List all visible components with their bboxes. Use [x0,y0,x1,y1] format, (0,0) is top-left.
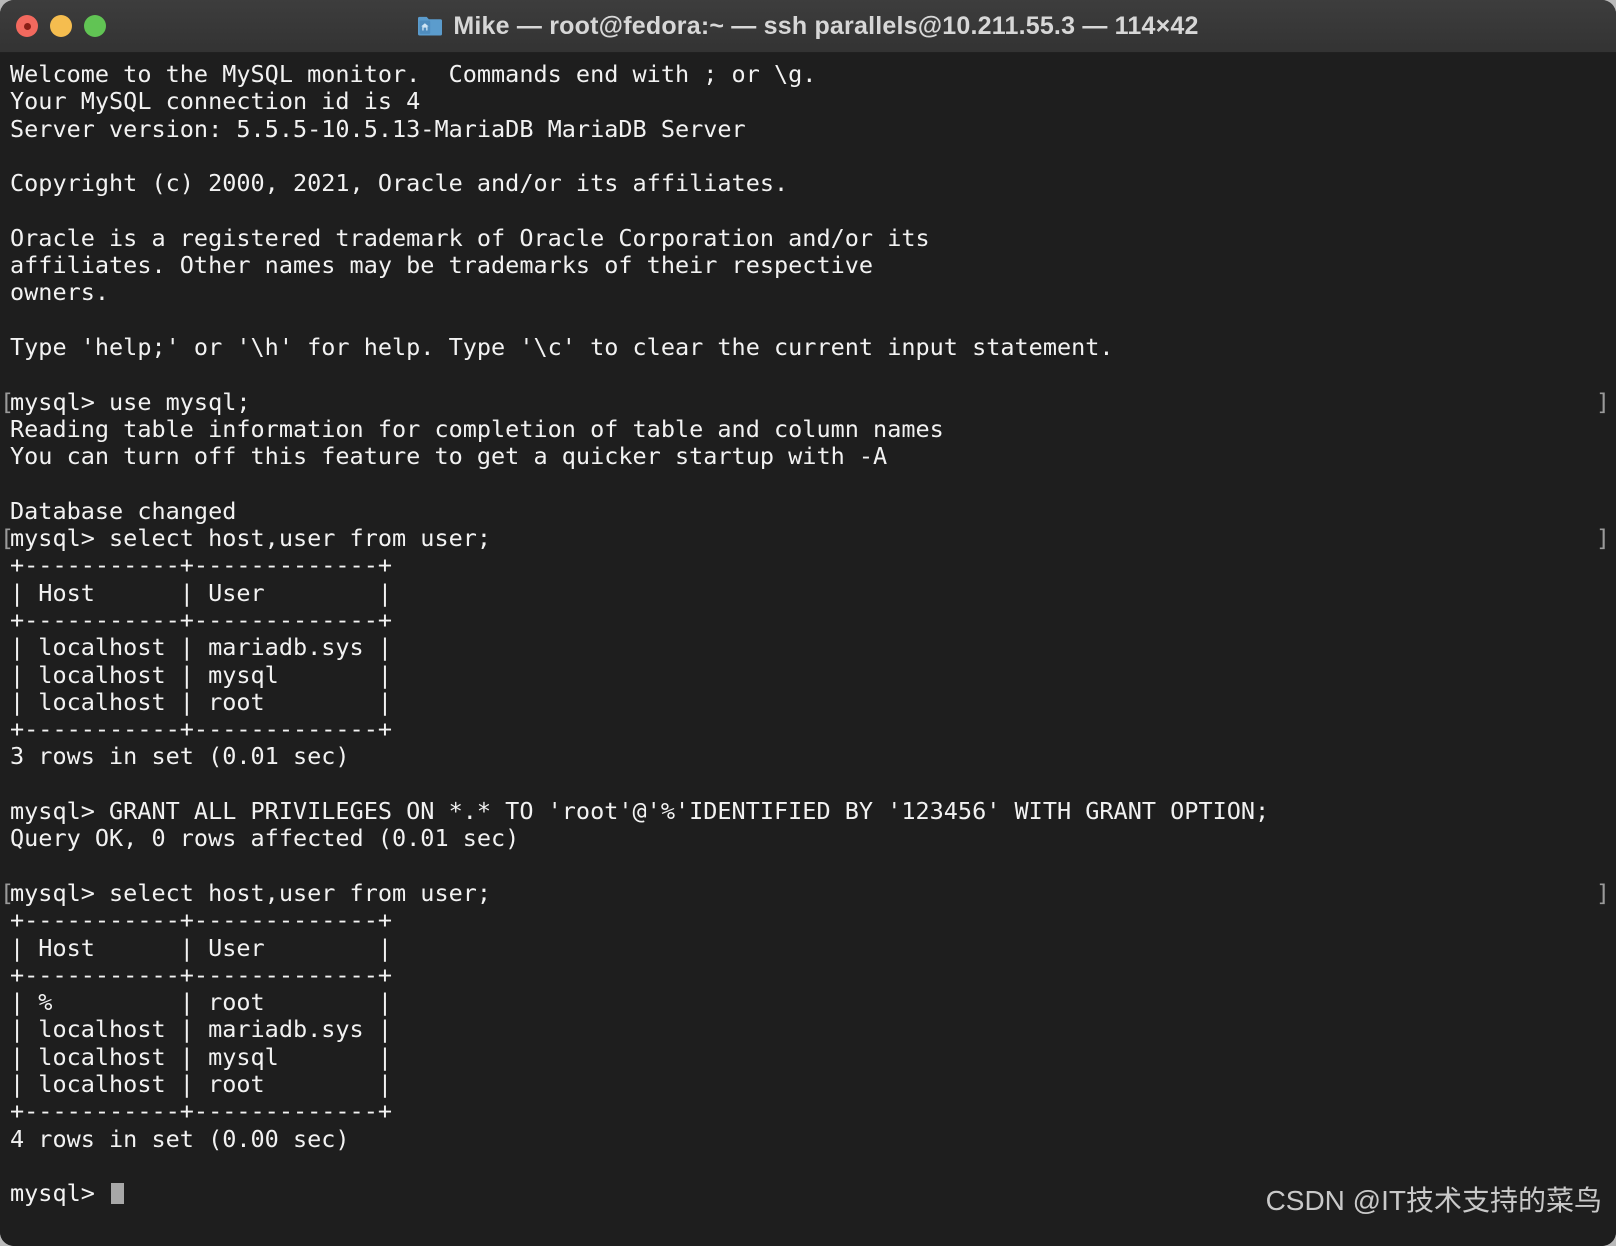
terminal-line: | localhost | mariadb.sys | [10,1016,1606,1043]
terminal-line-text: | Host | User | [10,578,393,607]
minimize-button[interactable] [50,15,72,37]
terminal-line: | localhost | root | [10,687,1606,716]
terminal-line-text: mysql> [10,1179,110,1208]
terminal-line-text: Type 'help;' or '\h' for help. Type '\c'… [10,332,1114,361]
terminal-output-area[interactable]: Welcome to the MySQL monitor. Commands e… [0,53,1616,1246]
terminal-line: | localhost | mysql | [10,1042,1606,1071]
terminal-line-text: mysql> select host,user from user; [10,878,492,907]
terminal-line: Server version: 5.5.5-10.5.13-MariaDB Ma… [10,114,1606,143]
terminal-line: mysql> GRANT ALL PRIVILEGES ON *.* TO 'r… [10,797,1606,826]
terminal-line: owners. [10,279,1606,306]
terminal-line-text: +-----------+-------------+ [10,715,393,744]
terminal-line: [mysql> select host,user from user;] [0,878,1610,907]
zoom-button[interactable] [84,15,106,37]
terminal-line-text: | localhost | mariadb.sys | [10,633,393,662]
terminal-line-text: | localhost | root | [10,687,393,716]
prompt-mark-end: ] [1595,387,1610,416]
terminal-line-text: affiliates. Other names may be trademark… [10,251,874,280]
terminal-line-text: | localhost | mariadb.sys | [10,1015,393,1044]
terminal-line: | Host | User | [10,933,1606,962]
terminal-line-text: Database changed [10,496,237,525]
watermark: CSDN @IT技术支持的菜鸟 [1265,1185,1602,1216]
terminal-line: +-----------+-------------+ [10,960,1606,989]
terminal-line: You can turn off this feature to get a q… [10,443,1606,470]
terminal-line-text: +-----------+-------------+ [10,960,393,989]
terminal-line: [mysql> select host,user from user;] [0,524,1610,553]
terminal-line-text: Query OK, 0 rows affected (0.01 sec) [10,824,520,853]
window-title: Mike — root@fedora:~ — ssh parallels@10.… [417,12,1198,41]
window-controls [16,0,106,52]
terminal-line-text: owners. [10,278,110,307]
terminal-line-text: You can turn off this feature to get a q… [10,442,888,471]
home-folder-icon [417,14,443,38]
window-title-text: Mike — root@fedora:~ — ssh parallels@10.… [453,11,1199,40]
close-button[interactable] [16,15,38,37]
terminal-line-text: 3 rows in set (0.01 sec) [10,742,350,771]
terminal-line: +-----------+-------------+ [10,552,1606,579]
terminal-line-text: 4 rows in set (0.00 sec) [10,1124,350,1153]
terminal-line: Reading table information for completion… [10,414,1606,443]
terminal-line: +-----------+-------------+ [10,715,1606,744]
terminal-line: | % | root | [10,988,1606,1017]
prompt-mark-start: [ [0,524,15,553]
terminal-line: +-----------+-------------+ [10,907,1606,934]
prompt-mark-end: ] [1595,878,1610,907]
terminal-line-text: Welcome to the MySQL monitor. Commands e… [10,60,817,88]
terminal-line: Your MySQL connection id is 4 [10,88,1606,115]
terminal-line: 4 rows in set (0.00 sec) [10,1124,1606,1153]
terminal-window: Mike — root@fedora:~ — ssh parallels@10.… [0,0,1616,1246]
terminal-line: Copyright (c) 2000, 2021, Oracle and/or … [10,170,1606,197]
terminal-line-text: | localhost | mysql | [10,660,393,689]
terminal-line-text: | localhost | mysql | [10,1042,393,1071]
terminal-line-text: +-----------+-------------+ [10,605,393,634]
terminal-line: | localhost | mariadb.sys | [10,634,1606,661]
window-title-bar[interactable]: Mike — root@fedora:~ — ssh parallels@10.… [0,0,1616,53]
terminal-line-text: | localhost | root | [10,1069,393,1098]
terminal-line-text: mysql> GRANT ALL PRIVILEGES ON *.* TO 'r… [10,797,1270,826]
terminal-line-text: mysql> select host,user from user; [10,524,492,553]
terminal-line: Welcome to the MySQL monitor. Commands e… [10,60,1606,88]
prompt-mark-start: [ [0,387,15,416]
terminal-line-text: Reading table information for completion… [10,414,944,443]
terminal-line: Query OK, 0 rows affected (0.01 sec) [10,825,1606,852]
terminal-line: +-----------+-------------+ [10,605,1606,634]
prompt-mark-end: ] [1595,524,1610,553]
terminal-line: | Host | User | [10,578,1606,607]
terminal-line-text: Server version: 5.5.5-10.5.13-MariaDB Ma… [10,114,746,143]
terminal-line: 3 rows in set (0.01 sec) [10,743,1606,770]
terminal-line: affiliates. Other names may be trademark… [10,251,1606,280]
terminal-line: +-----------+-------------+ [10,1098,1606,1125]
terminal-cursor [111,1183,125,1205]
terminal-line: Type 'help;' or '\h' for help. Type '\c'… [10,332,1606,361]
terminal-line-text: +-----------+-------------+ [10,1097,393,1126]
terminal-line: | localhost | mysql | [10,660,1606,689]
terminal-line: | localhost | root | [10,1069,1606,1098]
prompt-mark-start: [ [0,878,15,907]
terminal-line-text: Copyright (c) 2000, 2021, Oracle and/or … [10,169,789,198]
terminal-line-text: +-----------+-------------+ [10,551,393,580]
terminal-line: Database changed [10,496,1606,525]
terminal-line: Oracle is a registered trademark of Orac… [10,223,1606,252]
terminal-line: [mysql> use mysql;] [0,387,1610,416]
terminal-line-text: | % | root | [10,988,393,1017]
terminal-line-text: +-----------+-------------+ [10,906,393,935]
terminal-text-content: Welcome to the MySQL monitor. Commands e… [0,60,1616,1208]
terminal-line-text: Oracle is a registered trademark of Orac… [10,223,930,252]
terminal-line-text: | Host | User | [10,933,393,962]
terminal-line-text: Your MySQL connection id is 4 [10,87,421,116]
terminal-line-text: mysql> use mysql; [10,387,251,416]
